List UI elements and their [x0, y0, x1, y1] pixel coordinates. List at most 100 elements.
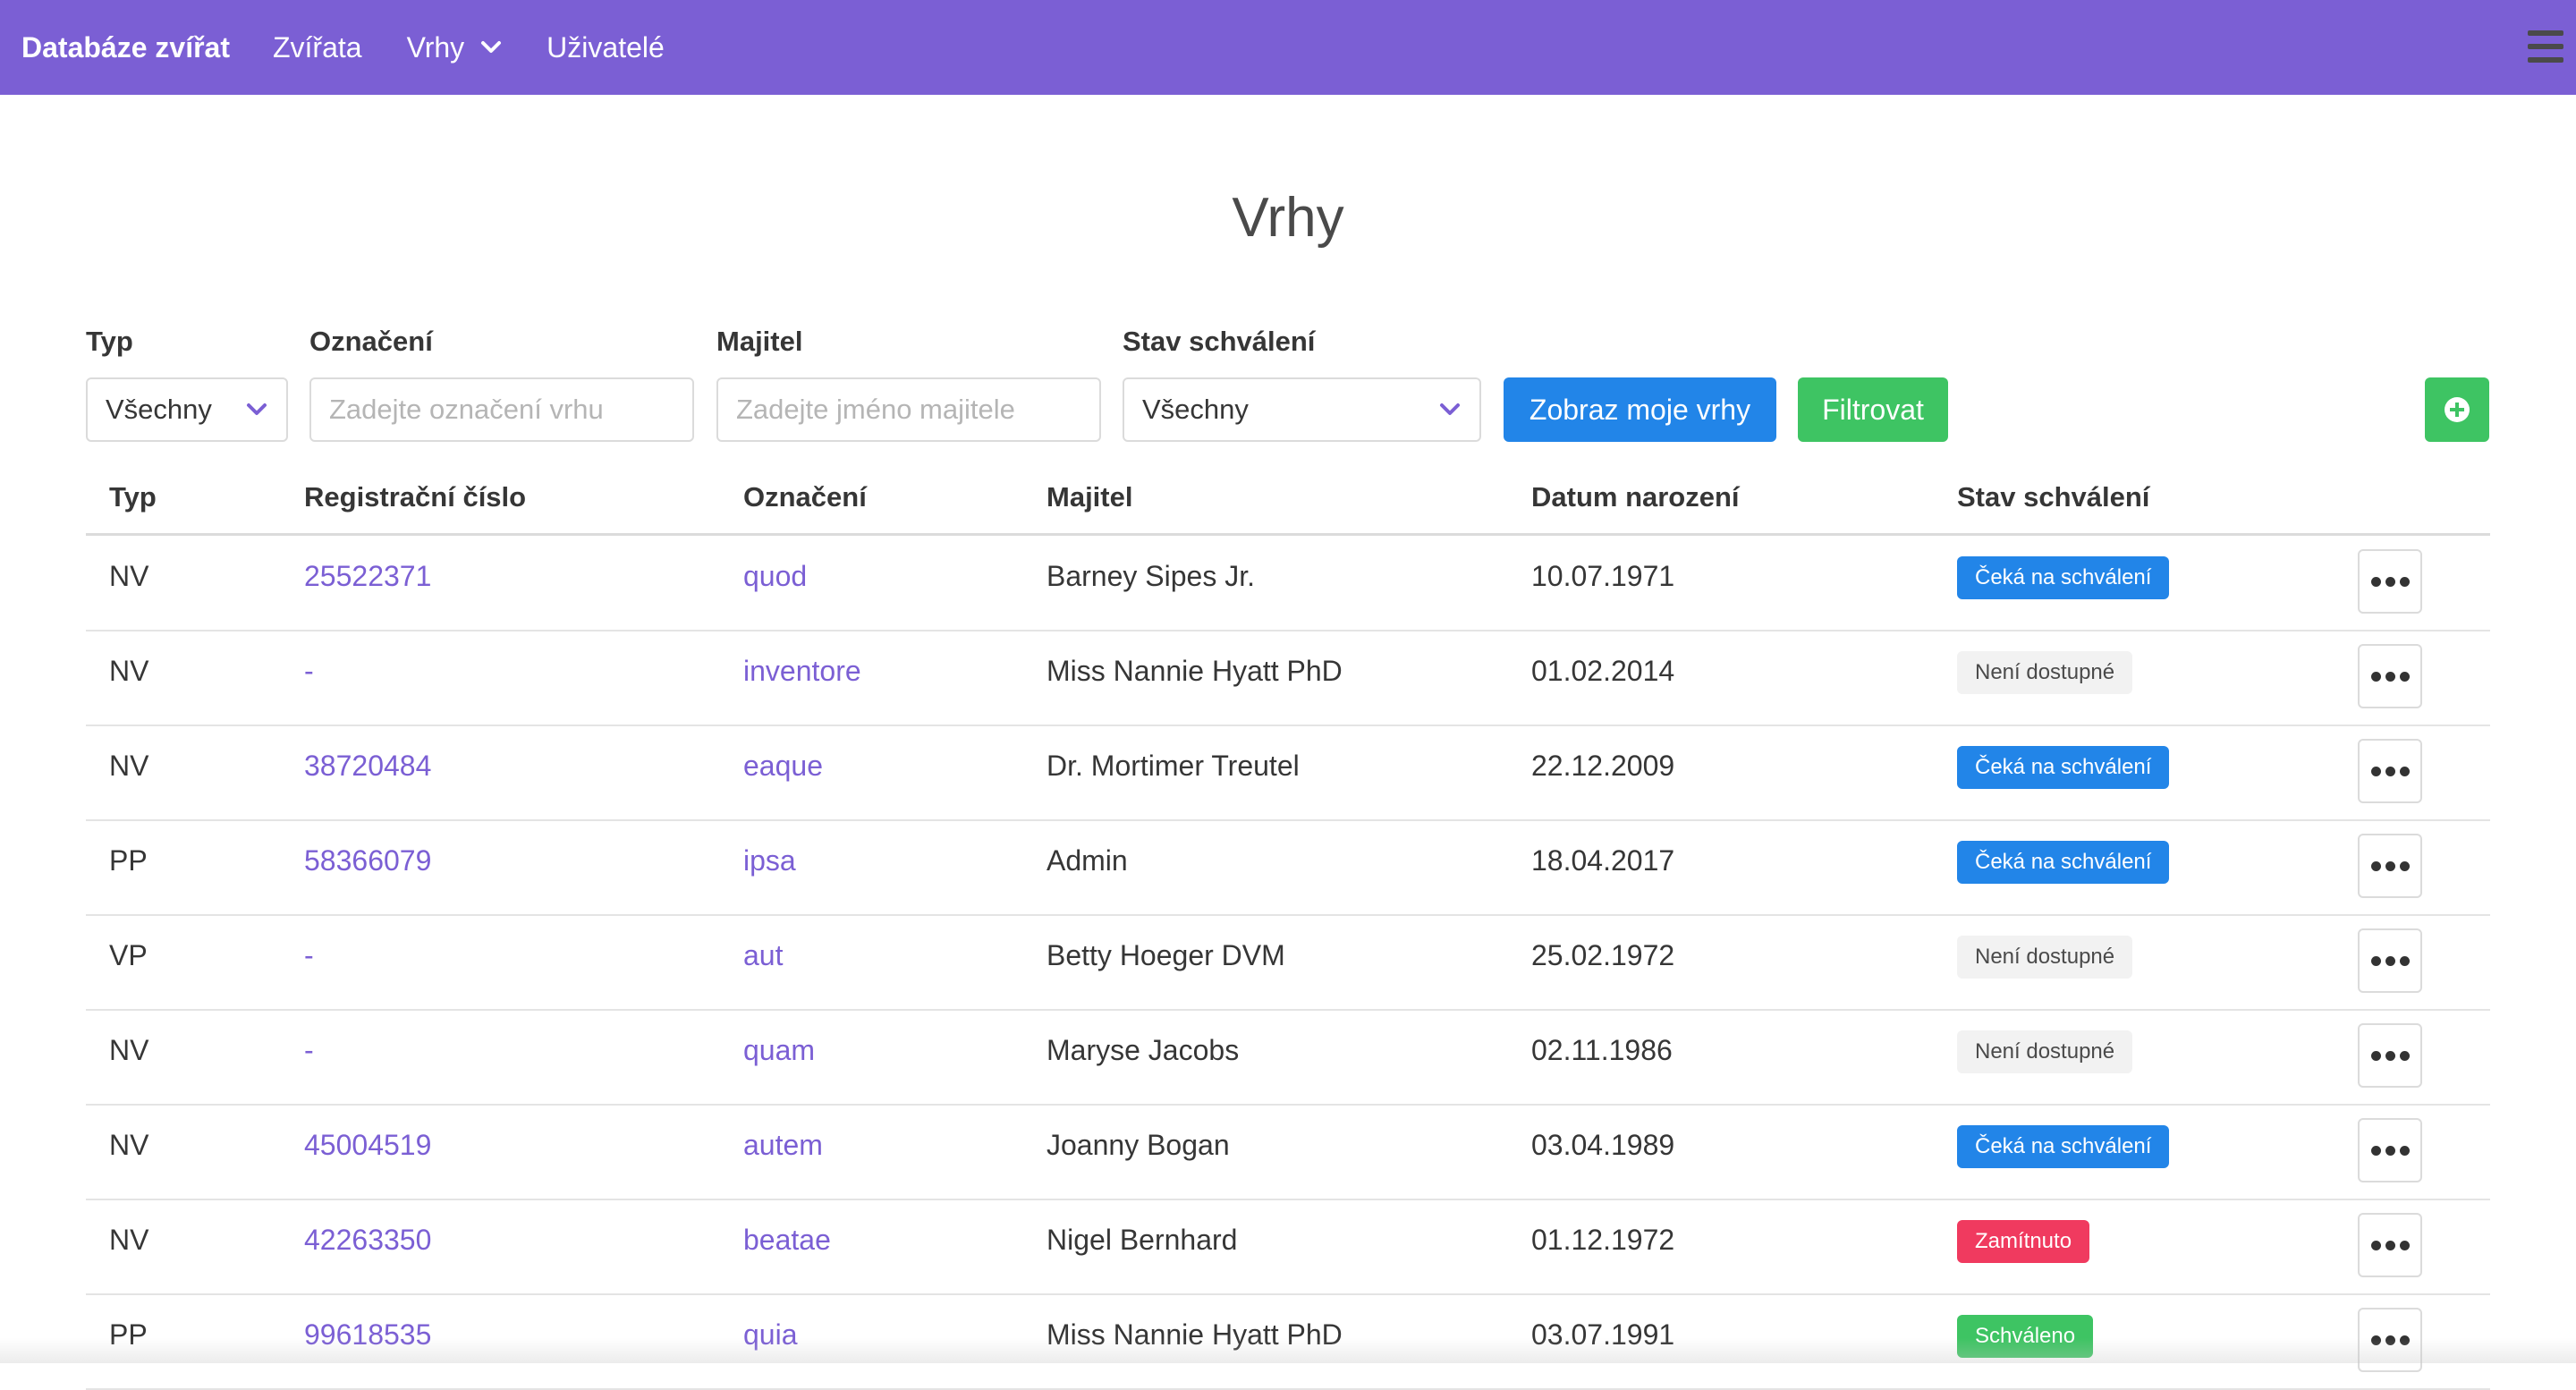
cell-designation-link[interactable]: eaque: [743, 750, 823, 783]
table-row: VP - aut Betty Hoeger DVM 25.02.1972 Není dos…: [86, 916, 2490, 1011]
status-badge: Zamítnuto: [1957, 1220, 2090, 1263]
chevron-down-icon: [480, 40, 502, 55]
cell-registration-link[interactable]: 45004519: [304, 1129, 431, 1162]
cell-birth-date: 03.04.1989: [1531, 1129, 1675, 1161]
cell-registration-link[interactable]: -: [304, 939, 314, 972]
cell-birth-date: 02.11.1986: [1531, 1034, 1673, 1066]
designation-filter-label: Označení: [309, 326, 433, 357]
cell-birth-date: 10.07.1971: [1531, 560, 1675, 592]
status-badge: Není dostupné: [1957, 651, 2133, 694]
column-header-birth-date: Datum narození: [1531, 481, 1740, 513]
column-header-type: Typ: [109, 481, 157, 513]
row-actions-button[interactable]: [2358, 834, 2422, 898]
cell-designation-link[interactable]: inventore: [743, 655, 861, 688]
approval-select[interactable]: Všechny: [1123, 377, 1481, 442]
table-row: NV 25522371 quod Barney Sipes Jr. 10.07.1971…: [86, 537, 2490, 631]
row-actions-button[interactable]: [2358, 739, 2422, 803]
row-actions-button[interactable]: [2358, 644, 2422, 708]
filter-button[interactable]: Filtrovat: [1798, 377, 1948, 442]
cell-owner: Miss Nannie Hyatt PhD: [1046, 655, 1343, 687]
row-actions-button[interactable]: [2358, 1213, 2422, 1277]
cell-owner: Betty Hoeger DVM: [1046, 939, 1285, 971]
show-my-litters-button[interactable]: Zobraz moje vrhy: [1504, 377, 1776, 442]
table-row: NV - inventore Miss Nannie Hyatt PhD 01.02.2…: [86, 631, 2490, 726]
cell-designation-link[interactable]: beatae: [743, 1224, 831, 1257]
chevron-down-icon: [245, 402, 268, 418]
cell-registration-link[interactable]: 25522371: [304, 560, 431, 593]
status-badge: Není dostupné: [1957, 936, 2133, 979]
nav-item-label: Uživatelé: [547, 30, 665, 64]
cell-owner: Nigel Bernhard: [1046, 1224, 1238, 1256]
ellipsis-icon: [2370, 576, 2410, 587]
row-actions-button[interactable]: [2358, 928, 2422, 993]
row-actions-button[interactable]: [2358, 1023, 2422, 1088]
cell-type: NV: [109, 1224, 149, 1256]
top-navbar: Databáze zvířat Zvířata Vrhy Uživatelé: [0, 0, 2576, 95]
cell-owner: Admin: [1046, 844, 1128, 877]
type-filter-label: Typ: [86, 326, 133, 357]
type-select[interactable]: Všechny: [86, 377, 288, 442]
cell-designation-link[interactable]: quam: [743, 1034, 815, 1067]
cell-owner: Joanny Bogan: [1046, 1129, 1230, 1161]
table-header-divider: [86, 533, 2490, 536]
cell-type: VP: [109, 939, 148, 971]
cell-type: NV: [109, 1034, 149, 1066]
cell-type: NV: [109, 560, 149, 592]
nav-item-label: Vrhy: [406, 30, 465, 64]
status-badge: Čeká na schválení: [1957, 556, 2170, 599]
nav-item-users[interactable]: Uživatelé: [547, 31, 665, 64]
cell-birth-date: 01.02.2014: [1531, 655, 1675, 687]
cell-registration-link[interactable]: 58366079: [304, 844, 431, 877]
cell-birth-date: 01.12.1972: [1531, 1224, 1675, 1256]
table-row: NV - quam Maryse Jacobs 02.11.1986 Není dostu…: [86, 1011, 2490, 1106]
cell-type: NV: [109, 750, 149, 782]
cell-designation-link[interactable]: quod: [743, 560, 807, 593]
cell-type: PP: [109, 844, 148, 877]
cell-designation-link[interactable]: autem: [743, 1129, 823, 1162]
type-select-value: Všechny: [106, 394, 212, 425]
table-row: PP 58366079 ipsa Admin 18.04.2017 Čeká na sch…: [86, 821, 2490, 916]
cell-registration-link[interactable]: -: [304, 655, 314, 688]
ellipsis-icon: [2370, 860, 2410, 871]
cell-birth-date: 22.12.2009: [1531, 750, 1675, 782]
add-litter-button[interactable]: [2425, 377, 2489, 442]
cell-owner: Dr. Mortimer Treutel: [1046, 750, 1300, 782]
cell-designation-link[interactable]: ipsa: [743, 844, 796, 877]
chevron-down-icon: [1438, 402, 1462, 418]
scroll-shadow: [0, 1338, 2576, 1363]
column-header-owner: Majitel: [1046, 481, 1133, 513]
cell-owner: Maryse Jacobs: [1046, 1034, 1240, 1066]
page-title: Vrhy: [1232, 187, 1344, 249]
table-row: NV 38720484 eaque Dr. Mortimer Treutel 22.12…: [86, 726, 2490, 821]
cell-birth-date: 18.04.2017: [1531, 844, 1675, 877]
ellipsis-icon: [2370, 1145, 2410, 1156]
column-header-registration: Registrační číslo: [304, 481, 527, 513]
cell-designation-link[interactable]: aut: [743, 939, 783, 972]
owner-input[interactable]: [736, 379, 1081, 440]
ellipsis-icon: [2370, 766, 2410, 776]
ellipsis-icon: [2370, 671, 2410, 682]
status-badge: Není dostupné: [1957, 1030, 2133, 1073]
status-badge: Čeká na schválení: [1957, 746, 2170, 789]
cell-owner: Barney Sipes Jr.: [1046, 560, 1255, 592]
nav-item-litters-dropdown[interactable]: Vrhy: [407, 31, 503, 64]
nav-item-label: Zvířata: [272, 30, 362, 64]
cell-type: NV: [109, 655, 149, 687]
ellipsis-icon: [2370, 955, 2410, 966]
designation-field: [309, 377, 694, 442]
approval-filter-label: Stav schválení: [1123, 326, 1316, 357]
approval-select-value: Všechny: [1142, 394, 1249, 425]
cell-birth-date: 25.02.1972: [1531, 939, 1675, 971]
nav-item-animals[interactable]: Zvířata: [273, 31, 362, 64]
hamburger-icon[interactable]: [2528, 30, 2563, 63]
cell-registration-link[interactable]: 42263350: [304, 1224, 431, 1257]
cell-registration-link[interactable]: 38720484: [304, 750, 431, 783]
cell-registration-link[interactable]: -: [304, 1034, 314, 1067]
column-header-approval: Stav schválení: [1957, 481, 2150, 513]
row-actions-button[interactable]: [2358, 549, 2422, 614]
owner-field: [716, 377, 1101, 442]
ellipsis-icon: [2370, 1240, 2410, 1250]
row-actions-button[interactable]: [2358, 1118, 2422, 1182]
designation-input[interactable]: [329, 379, 674, 440]
brand-logo[interactable]: Databáze zvířat: [21, 31, 230, 64]
